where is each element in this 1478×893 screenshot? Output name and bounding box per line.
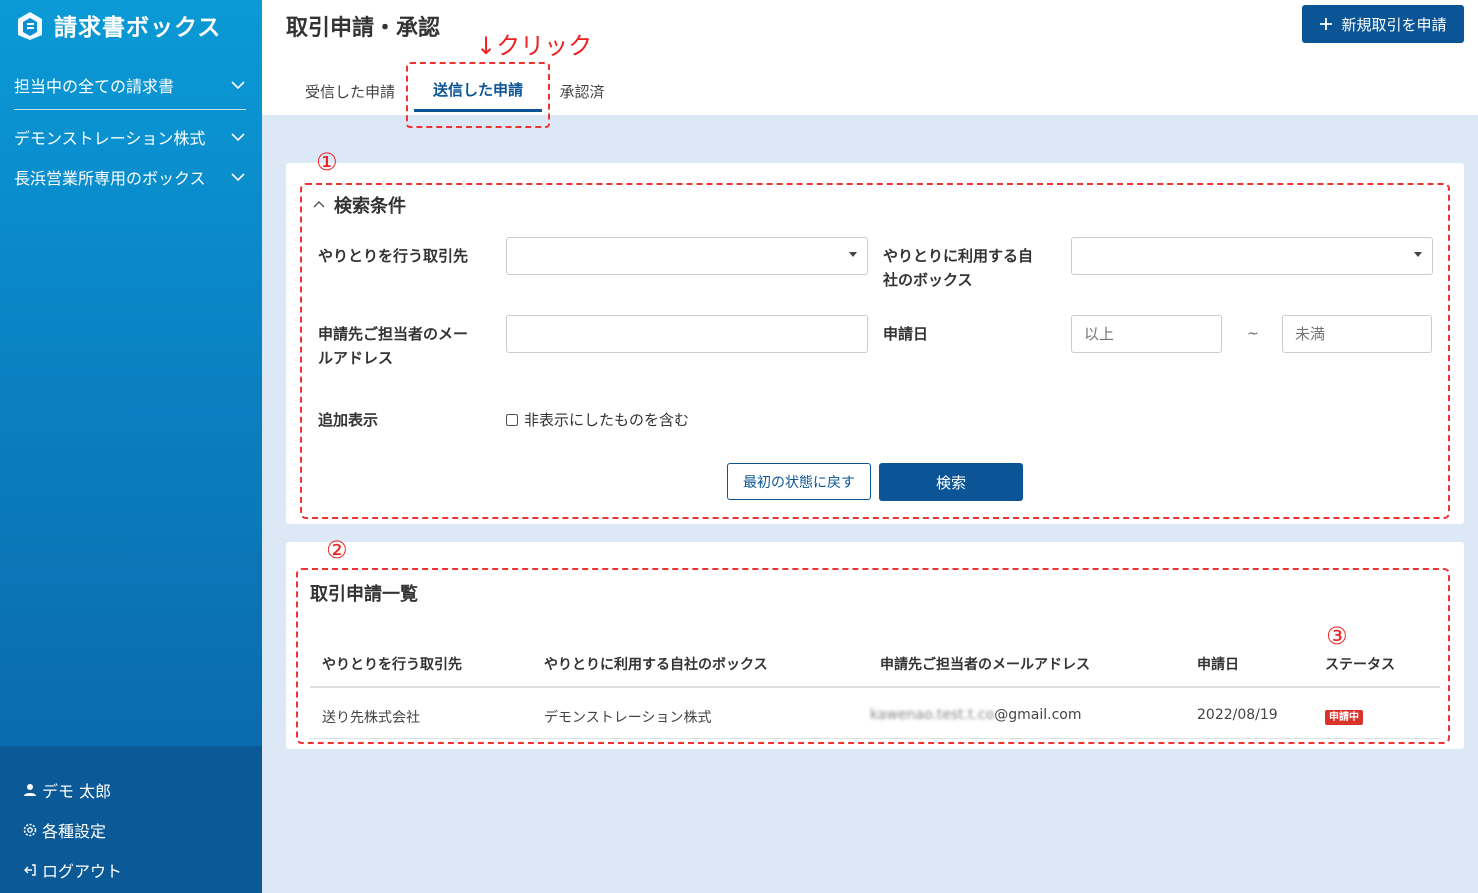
click-annotation: ↓クリック (476, 32, 593, 60)
logout-link[interactable]: ログアウト (22, 858, 122, 882)
partner-label: やりとりを行う取引先 (318, 247, 469, 265)
extra-display-label: 追加表示 (318, 411, 379, 429)
chevron-down-icon (231, 173, 245, 182)
cell-date: 2022/08/19 (1197, 707, 1278, 723)
include-hidden-checkbox[interactable] (506, 413, 518, 426)
sidebar-item-label: 長浜営業所専用のボックス (14, 169, 206, 188)
email-domain: @gmail.com (994, 707, 1082, 723)
settings-label: 各種設定 (42, 822, 107, 841)
sidebar-item-label: 担当中の全ての請求書 (14, 77, 175, 96)
box-label: やりとりに利用する自 社のボックス (883, 244, 1053, 292)
sidebar-item-all-invoices[interactable]: 担当中の全ての請求書 (14, 70, 246, 100)
logout-icon (24, 864, 36, 876)
reset-button[interactable]: 最初の状態に戻す (727, 463, 871, 500)
logout-label: ログアウト (42, 862, 123, 881)
new-transaction-button[interactable]: 新規取引を申請 (1302, 5, 1464, 43)
column-header-box: やりとりに利用する自社のボックス (544, 657, 768, 673)
sidebar: 請求書ボックス 担当中の全ての請求書 デモンストレーション株式 長浜営業所専用の… (0, 0, 262, 893)
box-label-line1: やりとりに利用する自 (883, 247, 1034, 265)
logo-icon (18, 12, 42, 40)
email-input[interactable] (506, 315, 868, 353)
annotation-marker-2: ② (326, 536, 348, 564)
sidebar-item-nagahama-box[interactable]: 長浜営業所専用のボックス (14, 162, 246, 192)
cell-partner: 送り先株式会社 (322, 710, 420, 726)
sidebar-footer: デモ 太郎 各種設定 ログアウト (0, 746, 262, 893)
search-title: 検索条件 (334, 196, 406, 217)
tab-approved[interactable]: 承認済 (556, 70, 608, 112)
caret-down-icon (849, 252, 857, 257)
table-header-divider (310, 686, 1440, 688)
table-row-divider (310, 738, 1440, 739)
email-label-line2: ルアドレス (318, 349, 394, 367)
annotation-marker-1: ① (316, 148, 338, 176)
column-header-date: 申請日 (1197, 657, 1239, 673)
cell-box: デモンストレーション株式 (544, 710, 712, 726)
settings-link[interactable]: 各種設定 (22, 818, 106, 842)
email-label-line1: 申請先ご担当者のメー (318, 325, 469, 343)
page-header: 取引申請・承認 新規取引を申請 ↓クリック 受信した申請 送信した申請 承認済 (262, 0, 1478, 128)
annotation-marker-3: ③ (1326, 622, 1348, 650)
box-label-line2: 社のボックス (883, 271, 973, 289)
box-select[interactable] (1071, 237, 1433, 275)
date-separator: ~ (1247, 326, 1259, 342)
date-to-input[interactable] (1282, 315, 1432, 353)
chevron-down-icon (231, 133, 245, 142)
partner-select[interactable] (506, 237, 868, 275)
include-hidden-label: 非表示にしたものを含む (524, 411, 690, 429)
column-header-partner: やりとりを行う取引先 (322, 657, 462, 673)
date-from-input[interactable] (1071, 315, 1222, 353)
chevron-down-icon (231, 81, 245, 90)
sidebar-item-label: デモンストレーション株式 (14, 129, 206, 148)
user-name: デモ 太郎 (42, 782, 112, 801)
search-button[interactable]: 検索 (879, 463, 1023, 501)
list-title: 取引申請一覧 (310, 584, 418, 605)
new-transaction-label: 新規取引を申請 (1341, 15, 1447, 34)
user-icon (24, 784, 36, 796)
page-title: 取引申請・承認 (286, 16, 441, 41)
app-name: 請求書ボックス (54, 15, 222, 41)
email-label: 申請先ご担当者のメー ルアドレス (318, 322, 493, 370)
sidebar-divider (14, 109, 246, 110)
email-masked: kawenao.test.t.co (870, 707, 995, 723)
status-badge: 申請中 (1325, 710, 1363, 725)
column-header-status: ステータス (1325, 657, 1395, 673)
chevron-up-icon (313, 201, 325, 208)
search-section-header[interactable]: 検索条件 (312, 192, 406, 218)
sidebar-item-demonstration[interactable]: デモンストレーション株式 (14, 122, 246, 152)
user-menu[interactable]: デモ 太郎 (22, 778, 111, 802)
tab-sent[interactable]: 送信した申請 (414, 70, 542, 112)
gear-icon (23, 823, 37, 837)
tab-received[interactable]: 受信した申請 (298, 70, 402, 112)
date-label: 申請日 (883, 325, 929, 343)
cell-email: kawenao.test.t.co@gmail.com (870, 707, 1082, 723)
app-logo[interactable]: 請求書ボックス (14, 8, 221, 42)
include-hidden-option[interactable]: 非表示にしたものを含む (506, 409, 689, 430)
caret-down-icon (1414, 252, 1422, 257)
column-header-email: 申請先ご担当者のメールアドレス (880, 657, 1090, 673)
plus-icon (1320, 18, 1333, 30)
